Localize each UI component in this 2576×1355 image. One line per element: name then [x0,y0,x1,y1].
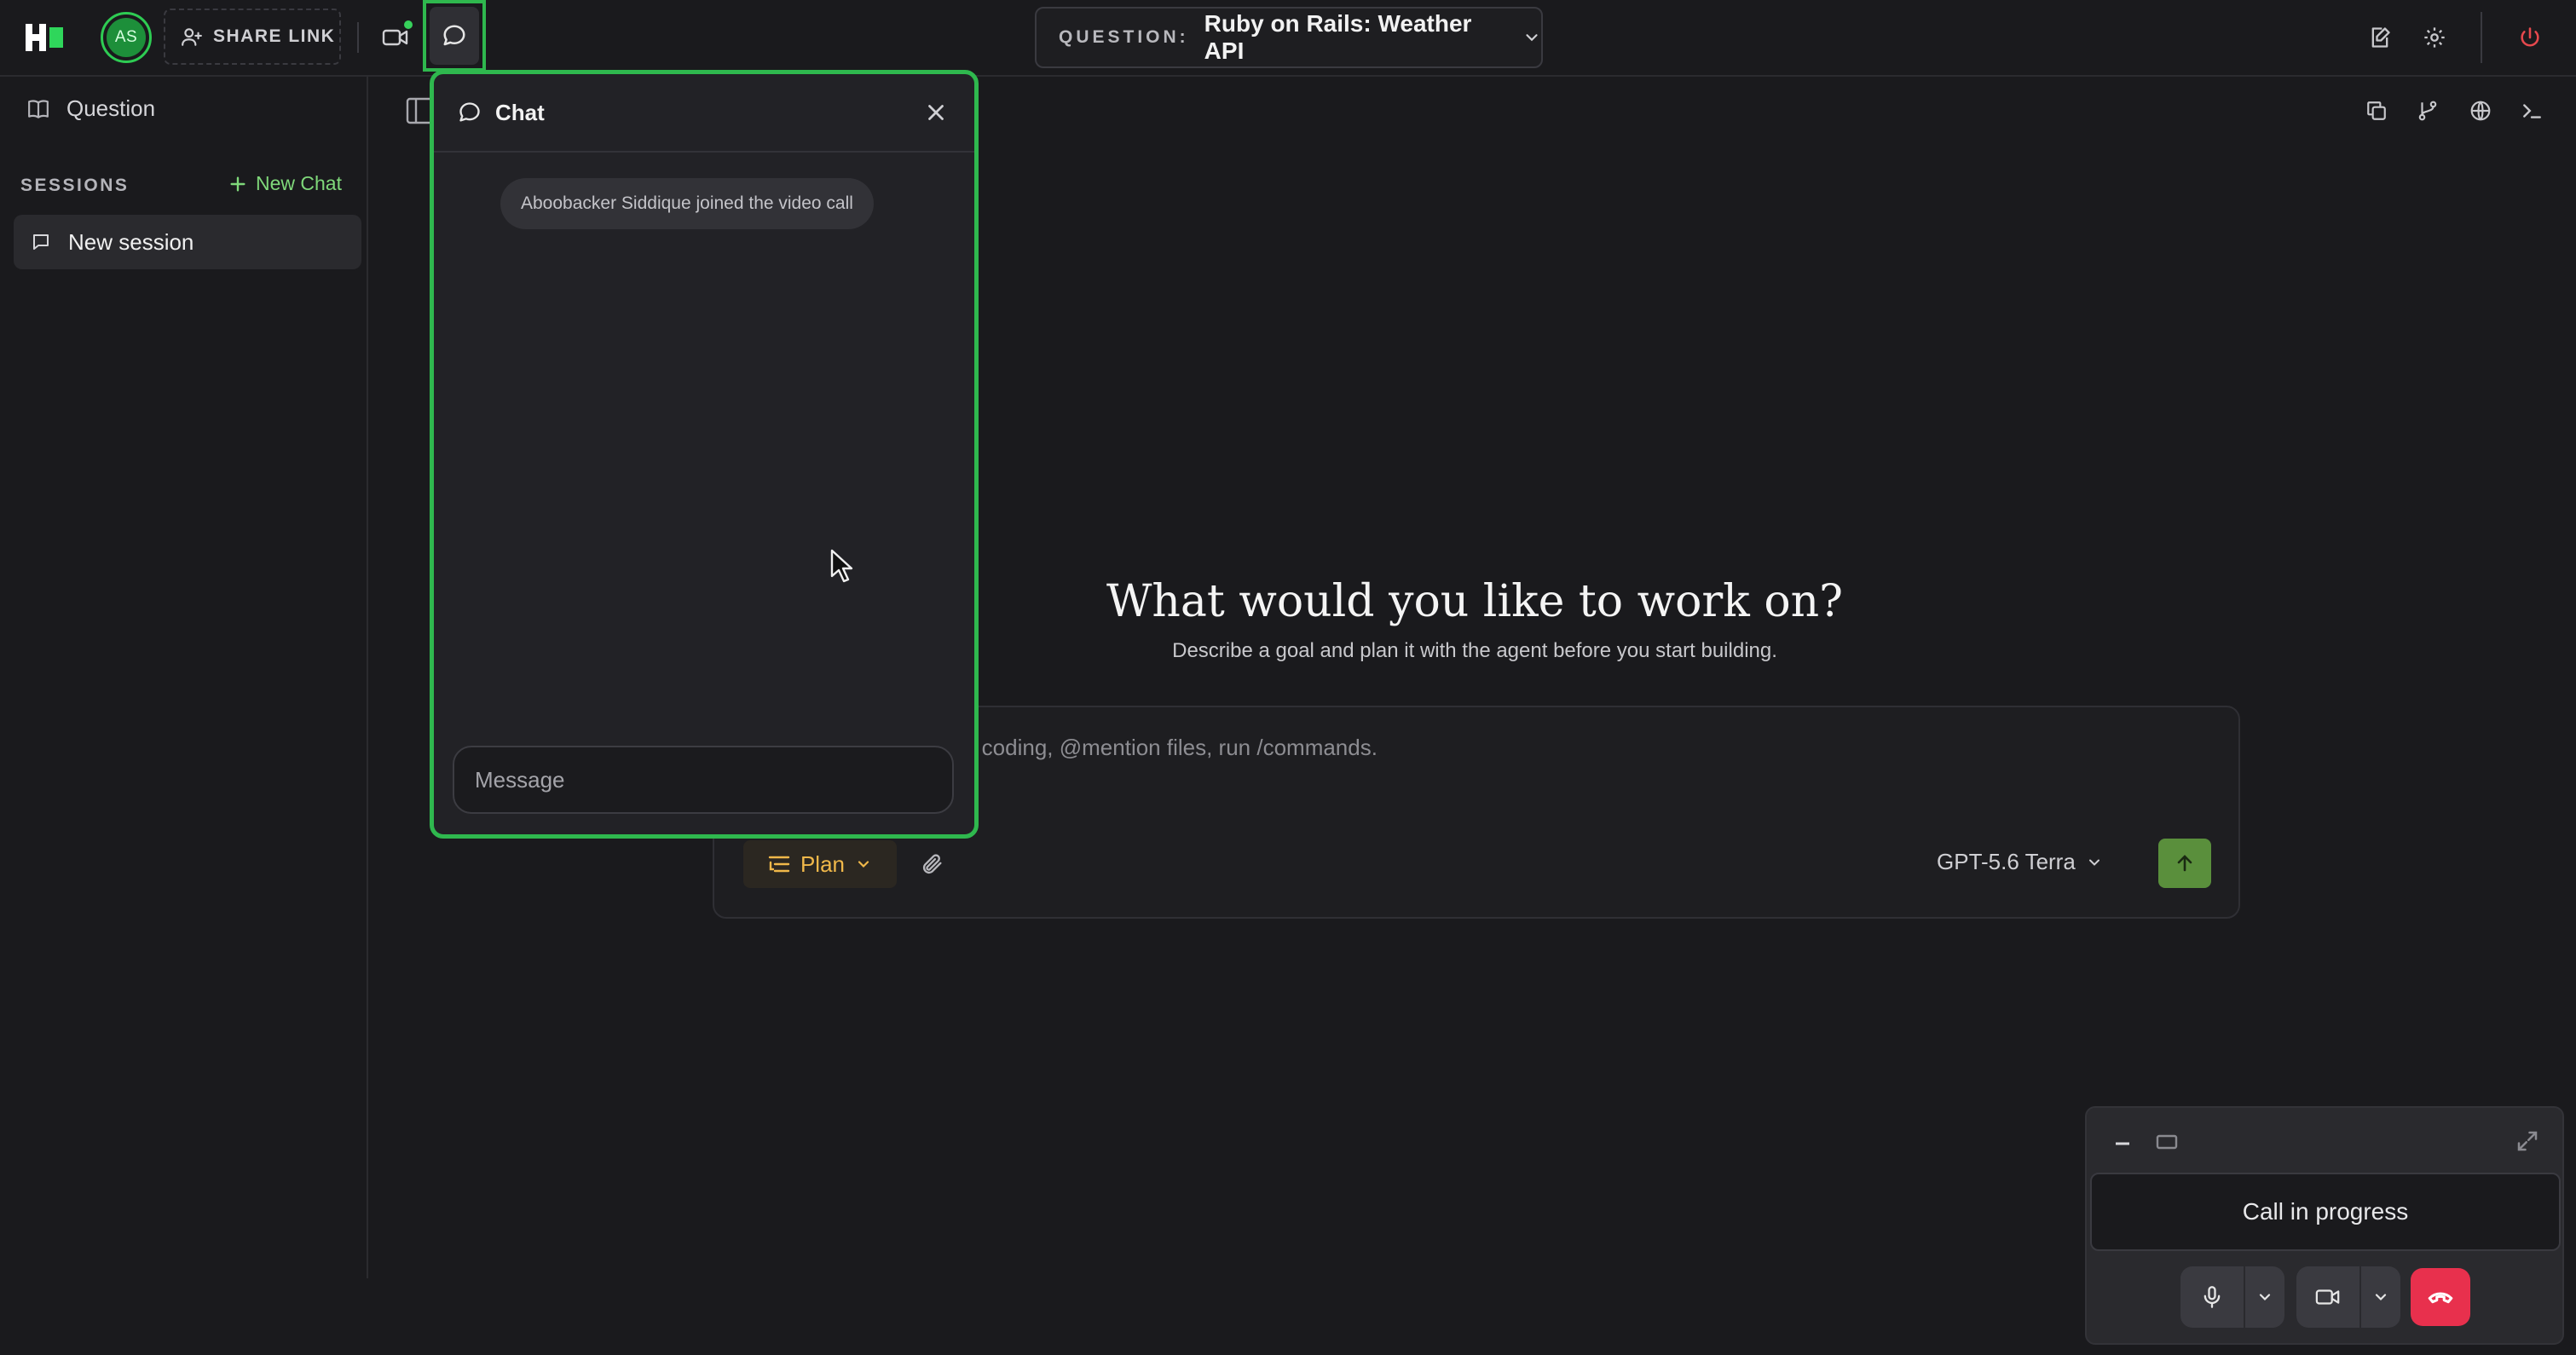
copy-button[interactable] [2361,95,2392,126]
question-selector[interactable]: QUESTION: Ruby on Rails: Weather API [1035,7,1543,68]
end-session-button[interactable] [2513,20,2547,55]
chat-bubble-icon [442,23,467,49]
chat-bubble-icon [31,232,51,252]
chevron-down-icon [2086,854,2103,871]
sidebar-question-label: Question [66,95,156,121]
chat-panel: Chat Aboobacker Siddique joined the vide… [430,70,979,839]
avatar[interactable]: AS [101,12,152,63]
call-status: Call in progress [2090,1173,2561,1251]
mode-select-plan[interactable]: Plan [743,840,897,888]
git-branch-button[interactable] [2412,95,2443,126]
video-camera-icon [2315,1287,2341,1307]
brand-logo[interactable] [26,20,65,55]
chat-bubble-icon [458,101,482,124]
chat-title: Chat [495,99,545,125]
microphone-icon [2200,1285,2224,1309]
question-label: QUESTION: [1059,27,1189,47]
settings-button[interactable] [2417,20,2452,55]
close-icon[interactable] [923,100,949,125]
session-label: New session [68,228,194,255]
power-icon [2518,26,2542,49]
chat-toggle-button[interactable] [430,7,479,65]
live-indicator [404,20,413,29]
mode-label: Plan [800,850,846,877]
browser-preview-button[interactable] [2465,95,2496,126]
hang-up-button[interactable] [2411,1268,2470,1326]
chevron-down-icon [2372,1289,2389,1306]
divider [2481,12,2482,63]
composer-placeholder[interactable]: e coding, @mention files, run /commands. [963,735,1378,761]
model-label: GPT-5.6 Terra [1937,849,2076,874]
edit-icon [2368,26,2392,49]
sessions-heading: SESSIONS [20,176,130,195]
new-chat-button[interactable]: New Chat [228,172,342,195]
list-icon [768,855,790,874]
expand-icon[interactable] [2515,1128,2540,1154]
chat-header: Chat [434,74,974,153]
hero-subtitle: Describe a goal and plan it with the age… [1172,639,1777,662]
user-plus-icon [181,26,203,48]
call-widget: Call in progress [2085,1106,2564,1345]
share-link-label: SHARE LINK [213,26,336,46]
chevron-down-icon [855,856,872,873]
send-button[interactable] [2158,839,2211,888]
system-message: Aboobacker Siddique joined the video cal… [500,178,874,229]
camera-options-button[interactable] [2361,1266,2400,1328]
copy-icon [2365,100,2388,122]
hero-title: What would you like to work on? [1106,576,1844,627]
terminal-button[interactable] [2516,95,2547,126]
arrow-up-icon [2175,853,2195,874]
terminal-icon [2521,100,2543,122]
microphone-button[interactable] [2180,1266,2244,1328]
minimize-icon[interactable] [2112,1133,2133,1154]
mouse-cursor [830,549,854,583]
chevron-down-icon [2256,1289,2273,1306]
sidebar-question-link[interactable]: Question [27,95,155,122]
share-link-button[interactable]: SHARE LINK [164,9,341,65]
chat-message-input[interactable] [453,746,954,814]
book-icon [27,99,49,119]
attach-button[interactable] [915,847,950,881]
plus-icon [228,175,247,193]
session-item[interactable]: New session [14,215,361,269]
chevron-down-icon [1522,28,1541,47]
globe-icon [2469,100,2492,122]
video-camera-icon [382,27,409,48]
question-value: Ruby on Rails: Weather API [1204,10,1472,64]
camera-button[interactable] [2296,1266,2359,1328]
paperclip-icon [921,852,944,876]
new-chat-label: New Chat [256,172,342,194]
phone-hangup-icon [2426,1283,2455,1312]
divider [357,22,359,53]
gear-icon [2423,26,2446,49]
avatar-initials: AS [107,18,146,57]
video-call-button[interactable] [375,19,414,56]
edit-notes-button[interactable] [2363,20,2397,55]
window-icon[interactable] [2155,1132,2179,1152]
microphone-options-button[interactable] [2245,1266,2284,1328]
model-selector[interactable]: GPT-5.6 Terra [1937,849,2103,875]
git-branch-icon [2417,100,2439,122]
